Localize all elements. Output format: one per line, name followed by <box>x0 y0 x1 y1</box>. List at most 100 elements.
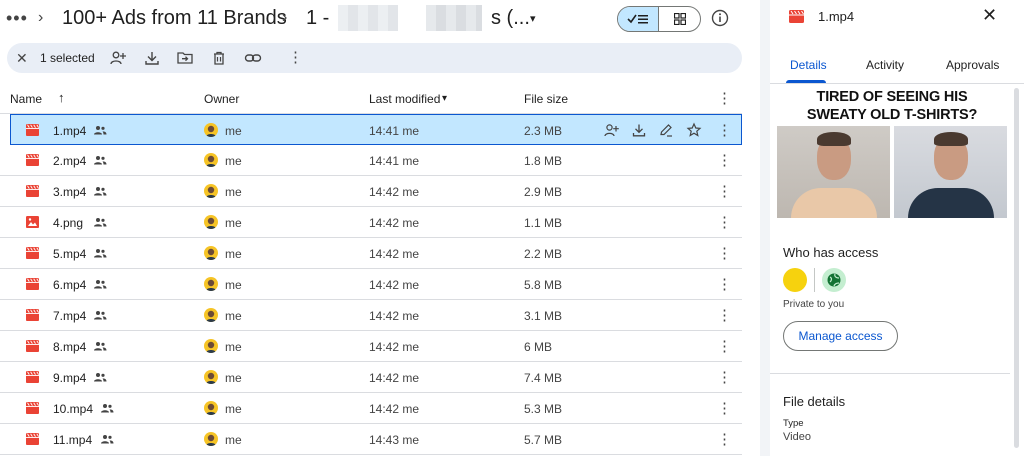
download-icon[interactable] <box>143 49 161 67</box>
avatar[interactable] <box>204 308 218 322</box>
panel-scrollbar[interactable] <box>1014 88 1019 448</box>
more-vert-icon[interactable]: ⋮ <box>717 430 732 448</box>
more-vert-icon[interactable]: ⋮ <box>717 368 732 386</box>
avatar[interactable] <box>204 184 218 198</box>
more-vert-icon[interactable]: ⋮ <box>288 48 303 66</box>
column-header-last-modified[interactable]: Last modified <box>369 92 440 106</box>
more-vert-icon[interactable]: ⋮ <box>717 399 732 417</box>
avatar[interactable] <box>204 339 218 353</box>
trash-icon[interactable] <box>210 49 228 67</box>
file-thumbnail[interactable]: TIRED OF SEEING HIS SWEATY OLD T-SHIRTS? <box>777 88 1007 218</box>
table-row[interactable]: 5.mp4 me 14:42 me 2.2 MB ⋮ <box>0 238 742 269</box>
table-row[interactable]: 6.mp4 me 14:42 me 5.8 MB ⋮ <box>0 269 742 300</box>
globe-icon-badge[interactable] <box>822 268 846 292</box>
tab-details[interactable]: Details <box>790 58 827 72</box>
avatar[interactable] <box>204 370 218 384</box>
more-vert-icon[interactable]: ⋮ <box>717 275 732 293</box>
grid-view-button[interactable] <box>659 7 700 31</box>
close-icon[interactable]: ✕ <box>982 5 997 26</box>
avatar[interactable] <box>204 277 218 291</box>
file-name[interactable]: 5.mp4 <box>53 247 86 261</box>
table-row[interactable]: 1.mp4 me 14:41 me 2.3 MB ⋮ <box>10 114 742 145</box>
thumbnail-frame-right <box>894 126 1007 218</box>
column-header-name[interactable]: Name <box>10 92 42 106</box>
table-row[interactable]: 9.mp4 me 14:42 me 7.4 MB ⋮ <box>0 362 742 393</box>
avatar[interactable] <box>204 432 218 446</box>
last-modified: 14:42 me <box>369 402 420 416</box>
more-vert-icon[interactable]: ⋮ <box>717 306 732 324</box>
file-details-heading: File details <box>783 394 846 409</box>
table-row[interactable]: 4.png me 14:42 me 1.1 MB ⋮ <box>0 207 742 238</box>
owner-name: me <box>225 247 242 261</box>
avatar[interactable] <box>783 268 807 292</box>
column-options-icon[interactable]: ⋮ <box>717 89 732 107</box>
star-icon[interactable] <box>686 122 702 138</box>
sort-arrow-up-icon[interactable]: ↑ <box>58 90 65 105</box>
person-hair <box>934 132 968 146</box>
user-avatar-icon <box>206 155 216 167</box>
close-icon[interactable]: ✕ <box>16 50 28 67</box>
more-vert-icon[interactable]: ⋮ <box>717 213 732 231</box>
more-vert-icon[interactable]: ⋮ <box>717 337 732 355</box>
breadcrumb-folder[interactable]: 100+ Ads from 11 Brands <box>62 7 287 30</box>
table-row[interactable]: 2.mp4 me 14:41 me 1.8 MB ⋮ <box>0 145 742 176</box>
list-view-button[interactable] <box>618 7 660 31</box>
breadcrumb-separator: › <box>282 9 288 26</box>
file-name[interactable]: 2.mp4 <box>53 154 86 168</box>
user-avatar-icon <box>206 434 216 446</box>
owner-name: me <box>225 154 242 168</box>
add-person-icon[interactable] <box>109 49 127 67</box>
tab-approvals[interactable]: Approvals <box>946 58 999 72</box>
move-to-folder-icon[interactable] <box>176 49 194 67</box>
more-vert-icon[interactable]: ⋮ <box>717 244 732 262</box>
user-avatar-icon <box>206 403 216 415</box>
user-avatar-icon <box>206 217 216 229</box>
breadcrumb-current-folder[interactable]: 1 - <box>306 7 329 30</box>
avatar[interactable] <box>204 401 218 415</box>
breadcrumb-current-folder-tail[interactable]: s (... <box>491 7 530 30</box>
file-name[interactable]: 11.mp4 <box>53 433 92 447</box>
avatar[interactable] <box>204 246 218 260</box>
file-name[interactable]: 8.mp4 <box>53 340 86 354</box>
info-icon[interactable] <box>711 9 729 27</box>
rename-icon[interactable] <box>658 122 674 138</box>
file-name[interactable]: 6.mp4 <box>53 278 86 292</box>
table-row[interactable]: 7.mp4 me 14:42 me 3.1 MB ⋮ <box>0 300 742 331</box>
video-file-icon <box>26 185 39 197</box>
file-name[interactable]: 4.png <box>53 216 83 230</box>
column-header-owner[interactable]: Owner <box>204 92 239 106</box>
file-name[interactable]: 10.mp4 <box>53 402 93 416</box>
selection-count: 1 selected <box>40 51 95 65</box>
table-row[interactable]: 10.mp4 me 14:42 me 5.3 MB ⋮ <box>0 393 742 424</box>
more-vert-icon[interactable]: ⋮ <box>717 151 732 169</box>
owner-name: me <box>225 371 242 385</box>
tab-activity[interactable]: Activity <box>866 58 904 72</box>
more-vert-icon[interactable]: ⋮ <box>717 182 732 200</box>
more-vert-icon[interactable]: ⋮ <box>717 121 732 139</box>
table-row[interactable]: 8.mp4 me 14:42 me 6 MB ⋮ <box>0 331 742 362</box>
table-row[interactable]: 3.mp4 me 14:42 me 2.9 MB ⋮ <box>0 176 742 207</box>
check-list-icon <box>627 14 648 24</box>
breadcrumb-more-button[interactable]: ••• <box>6 8 28 29</box>
avatar[interactable] <box>204 215 218 229</box>
file-name[interactable]: 3.mp4 <box>53 185 86 199</box>
file-size: 5.7 MB <box>524 433 563 447</box>
shared-icon <box>94 156 107 165</box>
file-name[interactable]: 9.mp4 <box>53 371 86 385</box>
owner-name: me <box>225 278 242 292</box>
shared-icon <box>94 218 107 227</box>
breadcrumb-separator: › <box>38 9 44 26</box>
chevron-down-icon[interactable]: ▾ <box>442 93 447 104</box>
file-name[interactable]: 1.mp4 <box>53 124 86 138</box>
file-name[interactable]: 7.mp4 <box>53 309 86 323</box>
download-icon[interactable] <box>631 122 647 138</box>
column-header-file-size[interactable]: File size <box>524 92 568 106</box>
manage-access-button[interactable]: Manage access <box>783 321 898 351</box>
avatar[interactable] <box>204 123 218 137</box>
table-row[interactable]: 11.mp4 me 14:43 me 5.7 MB ⋮ <box>0 424 742 455</box>
video-file-icon <box>26 278 39 290</box>
avatar[interactable] <box>204 153 218 167</box>
add-person-icon[interactable] <box>603 122 619 138</box>
link-icon[interactable] <box>244 49 262 67</box>
chevron-down-icon[interactable]: ▾ <box>530 12 536 25</box>
